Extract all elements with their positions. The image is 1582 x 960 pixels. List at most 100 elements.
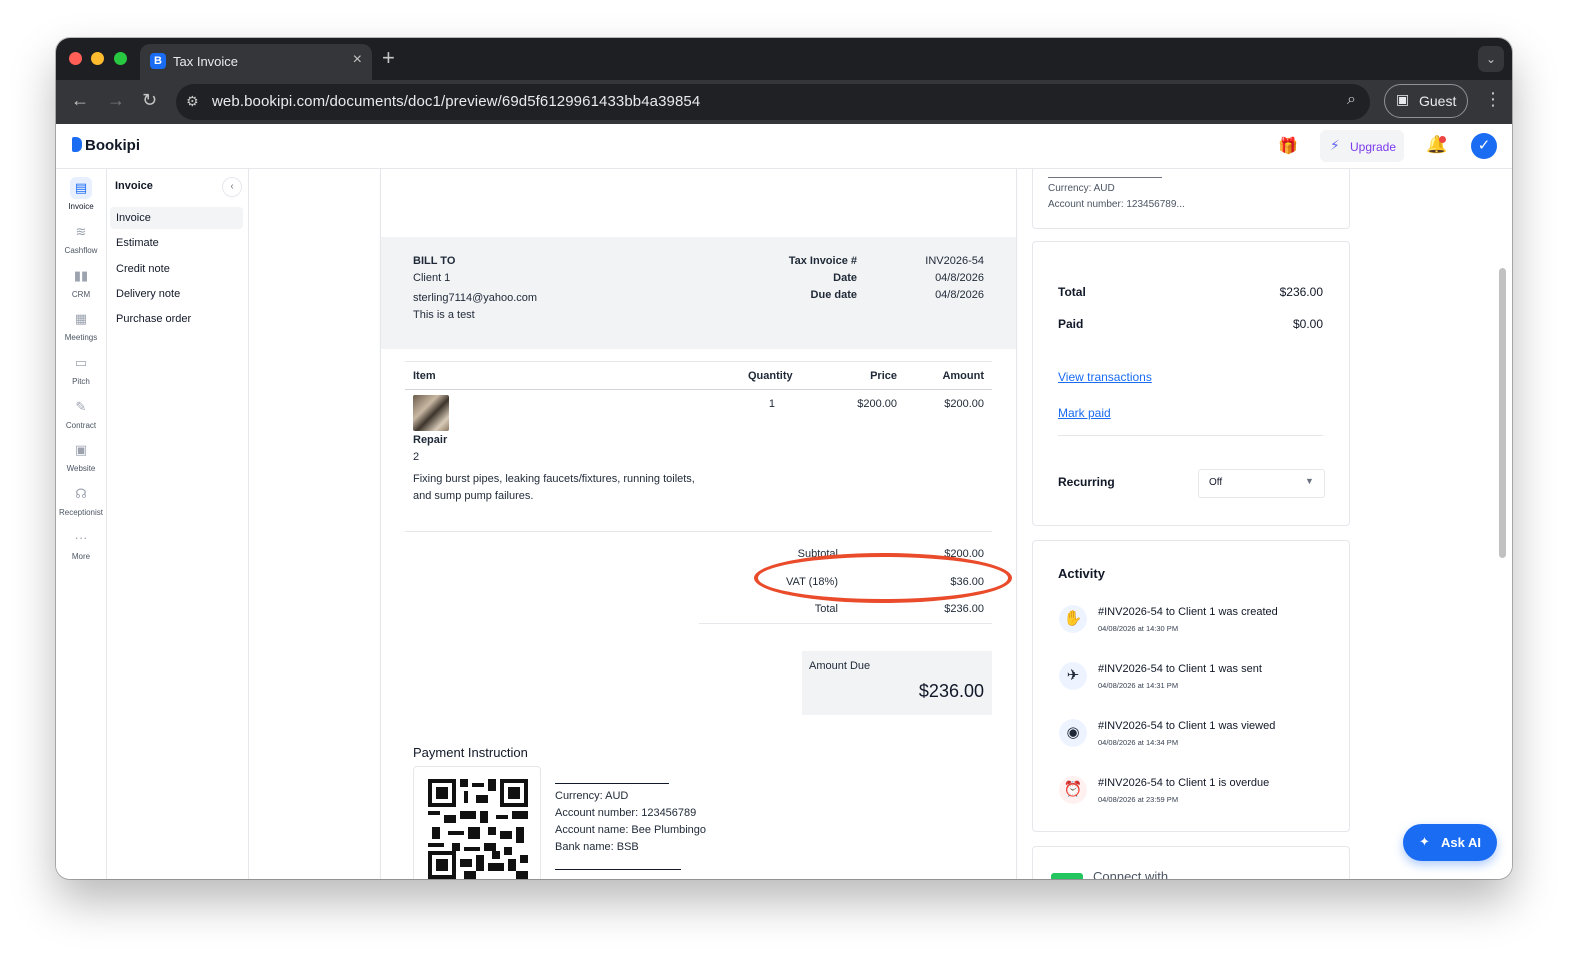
rail-label: Receptionist [58,508,104,517]
presentation-icon: ▭ [74,355,88,370]
back-icon[interactable]: ← [71,90,89,111]
profile-label: Guest [1419,93,1457,109]
headset-icon: ☊ [75,486,87,501]
page-scrollbar[interactable] [1499,268,1506,558]
browser-window: B Tax Invoice × + ⌄ ← → ↻ ⚙ web.bookipi.… [56,38,1512,879]
rail-item-pitch[interactable]: ▭ Pitch [56,352,106,386]
rail-item-cashflow[interactable]: ≋ Cashflow [56,221,106,255]
rail-item-meetings[interactable]: ▦ Meetings [56,308,106,342]
tab-title: Tax Invoice [173,54,239,69]
card-currency: Currency: AUD [1048,183,1115,194]
activity-text: #INV2026-54 to Client 1 was viewed [1098,720,1276,732]
profile-icon: ▣ [1396,91,1410,107]
upgrade-button[interactable]: ⚡ Upgrade [1320,130,1404,162]
forward-icon[interactable]: → [107,90,125,111]
rail-item-website[interactable]: ▣ Website [56,439,106,473]
rail-label: Meetings [64,333,98,342]
recurring-select[interactable]: Off ▼ [1198,469,1325,498]
line-item-code: 2 [413,451,420,463]
rail-item-invoice[interactable]: ▤ Invoice [56,177,106,211]
ask-ai-button[interactable]: ✦ Ask AI [1403,824,1497,861]
hand-icon: ✋ [1059,605,1087,633]
maximize-window-button[interactable] [114,52,127,65]
tab-search-chevron-icon[interactable]: ⌄ [1478,46,1504,72]
browser-menu-icon[interactable]: ⋮ [1484,89,1502,110]
divider [405,531,992,532]
zoom-magnifier-icon[interactable]: ⌕ [1347,91,1356,109]
line-item-quantity: 1 [768,398,775,410]
nav-item-label: Invoice [116,212,151,224]
line-item-amount: $200.00 [944,398,984,410]
collapse-chevron-left-icon[interactable]: ‹ [222,177,242,197]
notification-badge [1439,136,1446,143]
activity-text: #INV2026-54 to Client 1 is overdue [1098,777,1270,789]
divider [555,869,681,870]
activity-title: Activity [1058,566,1105,581]
rail-item-crm[interactable]: ▮▮ CRM [56,265,106,299]
user-avatar[interactable]: ✓ [1471,133,1497,159]
activity-time: 04/08/2026 at 14:31 PM [1098,681,1179,690]
browser-tab[interactable]: B Tax Invoice × [140,44,372,80]
nav-item-label: Credit note [116,263,170,275]
reload-icon[interactable]: ↻ [142,90,157,111]
brand-name: Bookipi [85,137,140,154]
connect-with-label: Connect with [1093,869,1169,879]
sparkle-icon: ✦ [1419,834,1430,849]
recurring-label: Recurring [1058,475,1115,489]
close-window-button[interactable] [69,52,82,65]
bookipi-logo[interactable]: Bookipi [72,137,140,154]
payment-currency: Currency: AUD [555,790,629,802]
amount-due-value: $236.00 [918,681,984,701]
payment-account-name: Account name: Bee Plumbingo [555,824,707,836]
client-email: sterling7114@yahoo.com [413,292,538,304]
divider [405,361,992,362]
profile-guest-button[interactable]: ▣ Guest [1384,84,1468,118]
nav-item-estimate[interactable]: Estimate [110,232,243,254]
nav-item-delivery-note[interactable]: Delivery note [110,283,243,305]
close-tab-icon[interactable]: × [353,51,362,69]
mark-paid-link[interactable]: Mark paid [1058,406,1111,420]
rail-label: More [71,552,91,561]
url-text[interactable]: web.bookipi.com/documents/doc1/preview/6… [212,93,700,110]
client-name: Client 1 [413,272,451,284]
address-bar[interactable]: ⚙ web.bookipi.com/documents/doc1/preview… [176,84,1370,120]
rail-label: Pitch [72,377,90,386]
new-tab-icon[interactable]: + [382,45,395,71]
bookipi-favicon-icon: B [150,53,166,69]
nav-item-purchase-order[interactable]: Purchase order [110,308,243,330]
divider [405,389,992,390]
rail-label: CRM [71,290,91,299]
nav-item-label: Estimate [116,237,159,249]
nav-item-label: Purchase order [116,313,192,325]
gift-icon[interactable]: 🎁 [1278,136,1298,156]
activity-time: 04/08/2026 at 14:34 PM [1098,738,1179,747]
view-transactions-link[interactable]: View transactions [1058,370,1152,384]
activity-text: #INV2026-54 to Client 1 was created [1098,606,1278,618]
column-quantity: Quantity [748,370,793,382]
invoice-date: 04/8/2026 [935,272,984,284]
minimize-window-button[interactable] [91,52,104,65]
alarm-clock-icon: ⏰ [1059,776,1087,804]
rail-item-contract[interactable]: ✎ Contract [56,396,106,430]
nav-item-credit-note[interactable]: Credit note [110,258,243,280]
layout-icon: ▣ [74,442,88,457]
integration-logo-icon [1051,873,1083,879]
invoice-icon: ▤ [70,177,92,199]
amount-due-label: Amount Due [809,660,871,672]
rail-item-receptionist[interactable]: ☊ Receptionist [56,483,106,517]
eye-icon: ◉ [1059,719,1087,747]
app-header: Bookipi 🎁 ⚡ Upgrade 🔔 ✓ [56,124,1512,169]
panel-total-label: Total [1058,285,1086,299]
nav-item-invoice[interactable]: Invoice [110,207,243,229]
paper-plane-icon: ✈ [1059,662,1087,690]
activity-text: #INV2026-54 to Client 1 was sent [1098,663,1262,675]
site-settings-icon[interactable]: ⚙ [186,93,199,110]
dropdown-caret-icon: ▼ [1305,476,1314,486]
payment-status-card: Total $236.00 Paid $0.00 View transactio… [1032,241,1350,526]
module-rail: ▤ Invoice ≋ Cashflow ▮▮ CRM ▦ Meetings ▭… [56,169,107,879]
recurring-value: Off [1209,477,1223,488]
integrations-card: Connect with [1032,846,1350,879]
repair-item-thumbnail [413,395,449,431]
rail-item-more[interactable]: ··· More [56,527,106,561]
payment-account-number: Account number: 123456789 [555,807,697,819]
